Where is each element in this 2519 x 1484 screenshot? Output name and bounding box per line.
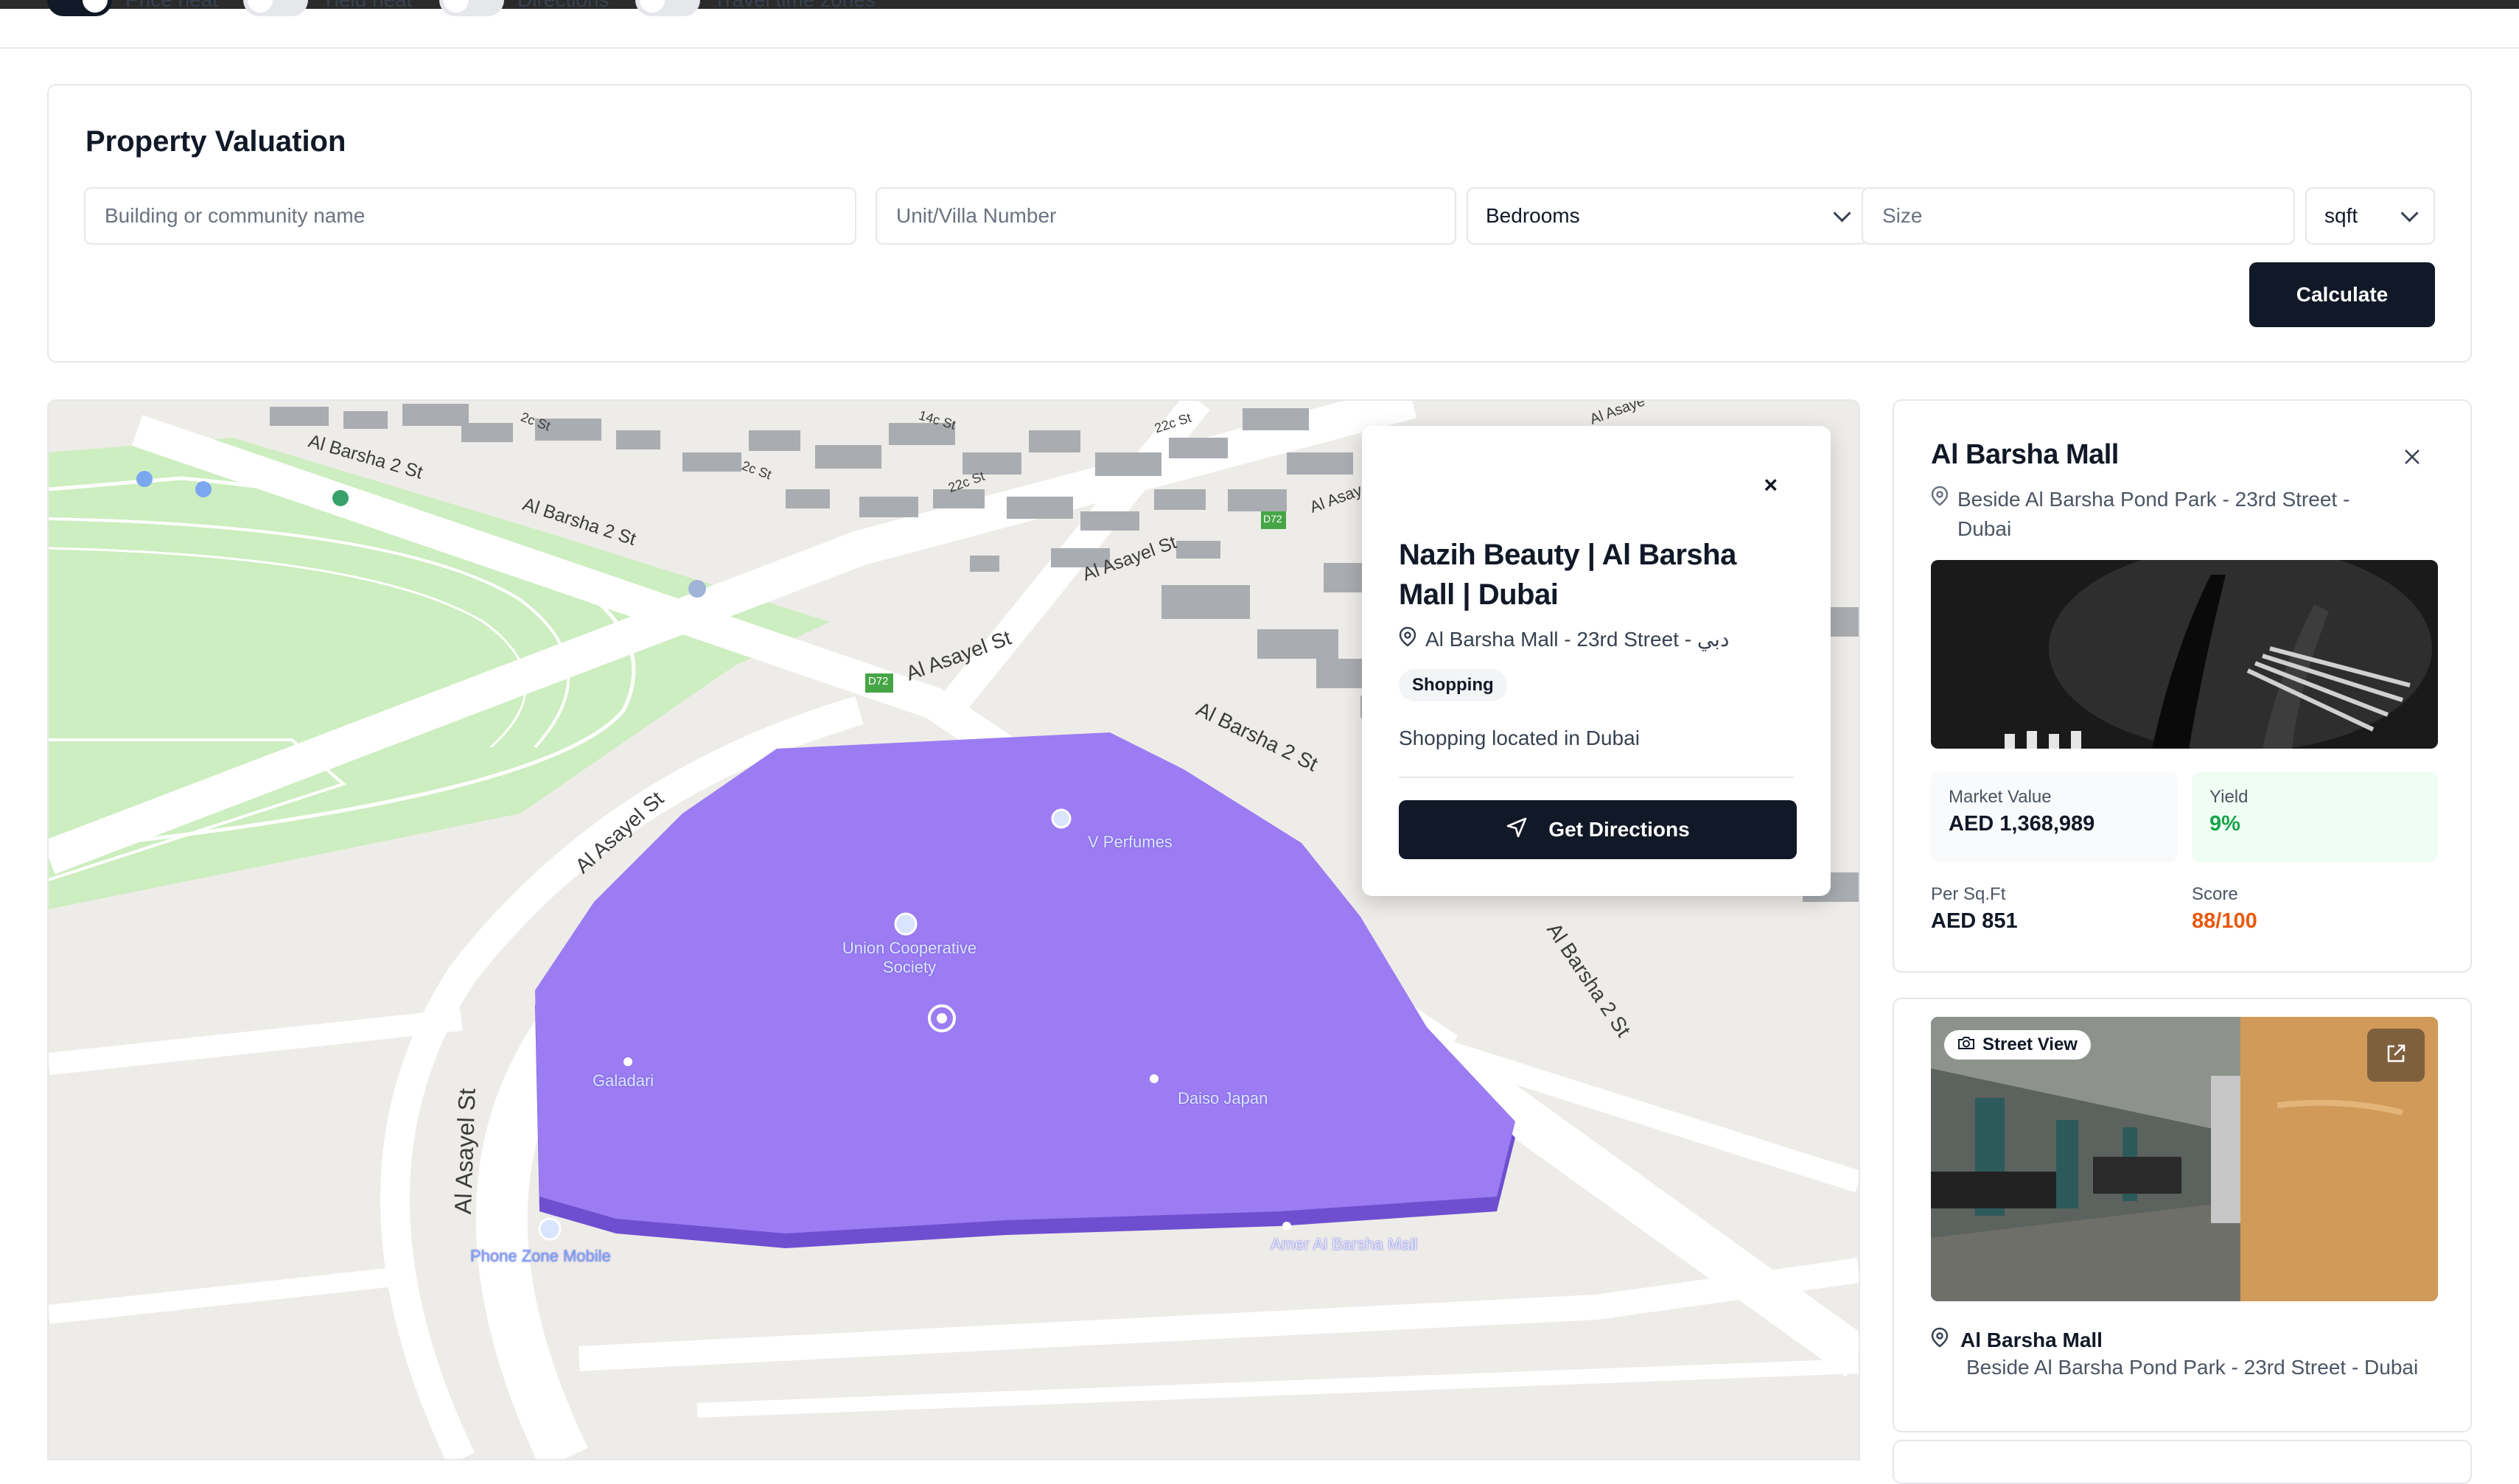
navigation-icon: [1506, 816, 1528, 844]
street-label: Al Asayel St: [449, 1088, 481, 1215]
toggle-switch[interactable]: [243, 0, 308, 16]
per-sqft-label: Per Sq.Ft: [1931, 884, 2006, 904]
street-view-place: Al Barsha Mall: [1931, 1326, 2103, 1354]
poi-label[interactable]: Amer Al Barsha Mall: [1271, 1235, 1417, 1254]
toggle-switch[interactable]: [635, 0, 700, 16]
camera-icon: [1957, 1035, 1975, 1055]
yield-value: 9%: [2209, 812, 2240, 836]
street-view-badge: Street View: [1944, 1030, 2091, 1060]
unit-select[interactable]: sqft: [2305, 187, 2435, 245]
score-value: 88/100: [2192, 909, 2257, 933]
category-badge: Shopping: [1399, 669, 1507, 701]
per-sqft-value: AED 851: [1931, 909, 2018, 933]
street-view-photo[interactable]: Street View: [1931, 1017, 2438, 1301]
toggle-label: Price heat: [125, 0, 218, 12]
popup-description: Shopping located in Dubai: [1399, 727, 1640, 749]
get-directions-button[interactable]: Get Directions: [1399, 800, 1797, 859]
chevron-down-icon: [2400, 203, 2419, 223]
map-pin-icon: [1931, 485, 1949, 544]
external-link-icon: [2385, 1043, 2407, 1068]
toggle-travel-time[interactable]: Travel time zones: [635, 0, 876, 16]
property-photo: [1931, 560, 2438, 749]
road-badge: D72: [868, 675, 889, 687]
property-address: Beside Al Barsha Pond Park - 23rd Street…: [1931, 485, 2403, 544]
street-view-address: Beside Al Barsha Pond Park - 23rd Street…: [1966, 1356, 2419, 1379]
popup-address-text: Al Barsha Mall - 23rd Street - دبي: [1425, 628, 1730, 651]
get-directions-label: Get Directions: [1548, 818, 1690, 841]
size-input[interactable]: [1881, 203, 2276, 228]
poi-label[interactable]: Galadari: [593, 1071, 654, 1091]
toggle-switch[interactable]: [47, 0, 112, 16]
poi-label[interactable]: Union Cooperative Society: [836, 939, 983, 977]
toggle-switch[interactable]: [439, 0, 504, 16]
yield-label: Yield: [2209, 787, 2249, 807]
street-view-card: Street View Al Barsha Mall Beside Al Bar…: [1893, 998, 2472, 1432]
bedrooms-value: Bedrooms: [1486, 204, 1580, 227]
toggle-directions[interactable]: Directions: [439, 0, 609, 16]
close-icon[interactable]: [2403, 441, 2422, 474]
unit-select-value: sqft: [2324, 204, 2358, 227]
map-layer-toggles: Price heat Yield heat Directions Travel …: [0, 0, 2519, 49]
score-label: Score: [2192, 884, 2238, 904]
yield-box: Yield 9%: [2192, 772, 2438, 862]
toggle-yield-heat[interactable]: Yield heat: [243, 0, 413, 16]
street-view-badge-label: Street View: [1982, 1035, 2078, 1054]
market-value: AED 1,368,989: [1949, 812, 2095, 836]
street-view-place-name: Al Barsha Mall: [1960, 1328, 2103, 1351]
property-info-card: Al Barsha Mall Beside Al Barsha Pond Par…: [1893, 399, 2472, 973]
building-field[interactable]: [84, 187, 856, 245]
size-field[interactable]: [1862, 187, 2295, 245]
toggle-label: Travel time zones: [713, 0, 876, 12]
calculate-button[interactable]: Calculate: [2249, 262, 2435, 327]
popup-title: Nazih Beauty | Al Barsha Mall | Dubai: [1399, 539, 1736, 611]
popup-address: Al Barsha Mall - 23rd Street - دبي: [1399, 626, 1729, 652]
property-valuation-card: Property Valuation Bedrooms sqft Calcula…: [47, 84, 2472, 363]
market-value-label: Market Value: [1949, 787, 2052, 807]
per-sqft-stat: Per Sq.Ft AED 851: [1931, 884, 2018, 934]
unit-input[interactable]: [895, 203, 1437, 228]
map-pin-icon: [1931, 1326, 1949, 1354]
property-title: Al Barsha Mall: [1931, 439, 2119, 470]
poi-label[interactable]: Phone Zone Mobile: [470, 1247, 611, 1266]
market-value-box: Market Value AED 1,368,989: [1931, 772, 2177, 862]
map-pin-icon: [1399, 626, 1416, 652]
road-badge: D72: [1263, 513, 1282, 525]
place-popup: × Nazih Beauty | Al Barsha Mall | Dubai …: [1362, 426, 1831, 896]
close-icon[interactable]: ×: [1764, 472, 1778, 499]
external-link-button[interactable]: [2367, 1029, 2425, 1082]
toggle-label: Directions: [517, 0, 609, 12]
toggle-price-heat[interactable]: Price heat: [47, 0, 218, 16]
unit-field[interactable]: [876, 187, 1456, 245]
property-address-text: Beside Al Barsha Pond Park - 23rd Street…: [1957, 488, 2350, 540]
chevron-down-icon: [1833, 203, 1851, 223]
poi-label[interactable]: Daiso Japan: [1178, 1089, 1268, 1108]
divider: [1399, 777, 1794, 778]
building-input[interactable]: [103, 203, 837, 228]
valuation-title: Property Valuation: [85, 125, 346, 158]
poi-label[interactable]: V Perfumes: [1088, 833, 1173, 852]
score-stat: Score 88/100: [2192, 884, 2257, 934]
toggle-label: Yield heat: [321, 0, 413, 12]
next-card-edge: [1893, 1440, 2472, 1484]
bedrooms-select[interactable]: Bedrooms: [1467, 187, 1868, 245]
